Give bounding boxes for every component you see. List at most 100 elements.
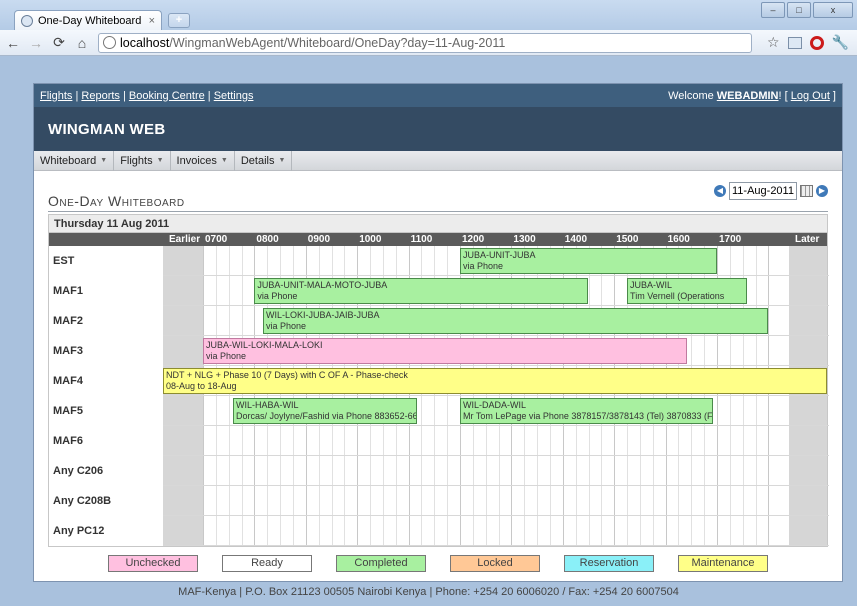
- booking-block[interactable]: JUBA-WIL Tim Vernell (Operations: [627, 278, 747, 304]
- extension-icon[interactable]: [787, 36, 802, 49]
- timeline-tick: [215, 426, 217, 455]
- next-day-icon[interactable]: ▶: [816, 185, 828, 197]
- earlier-column: [163, 336, 203, 365]
- reload-icon[interactable]: ⟳: [52, 34, 66, 51]
- timeline-tick: [344, 456, 346, 485]
- wrench-menu-icon[interactable]: 🔧: [832, 34, 849, 51]
- timeline-tick: [524, 426, 526, 455]
- date-input[interactable]: [729, 182, 797, 200]
- bookmark-star-icon[interactable]: ☆: [767, 34, 780, 51]
- new-tab-button[interactable]: +: [168, 13, 190, 28]
- main-menu: Whiteboard ▼ Flights ▼ Invoices ▼ Details ▼: [34, 150, 842, 171]
- header-hour-0900: 0900: [307, 234, 331, 245]
- previous-day-icon[interactable]: ◀: [714, 185, 726, 197]
- booking-block[interactable]: WIL-LOKI-JUBA-JAIB-JUBA via Phone: [262, 308, 769, 334]
- link-booking-centre[interactable]: Booking Centre: [129, 90, 205, 102]
- booking-block[interactable]: WIL-DADA-WIL Mr Tom LePage via Phone 3878…: [460, 398, 713, 424]
- close-window-button[interactable]: x: [813, 2, 853, 18]
- timeline-tick: [627, 486, 629, 515]
- timeline-tick: [614, 276, 616, 305]
- calendar-icon[interactable]: [800, 185, 813, 197]
- booking-block[interactable]: JUBA-UNIT-MALA-MOTO-JUBA via Phone: [254, 278, 589, 304]
- back-arrow-icon[interactable]: ←: [6, 35, 20, 51]
- timeline-tick: [537, 516, 539, 545]
- timeline-tick: [228, 426, 230, 455]
- booking-block[interactable]: JUBA-WIL-LOKI-MALA-LOKI via Phone: [203, 338, 688, 364]
- timeline-tick: [729, 246, 731, 275]
- timeline-tick: [254, 456, 256, 485]
- timeline-tick: [742, 426, 744, 455]
- timeline-tick: [434, 486, 436, 515]
- timeline-tick: [421, 426, 423, 455]
- booking-block[interactable]: NDT + NLG + Phase 10 (7 Days) with C OF …: [163, 368, 827, 394]
- timeline-tick: [254, 516, 256, 545]
- timeline-tick: [357, 486, 359, 515]
- menu-details[interactable]: Details ▼: [235, 150, 293, 171]
- opera-extension-icon[interactable]: [809, 35, 824, 50]
- browser-tab[interactable]: One-Day Whiteboard ×: [14, 10, 162, 30]
- timeline-tick: [370, 516, 372, 545]
- header-hour-0700: 0700: [205, 234, 228, 245]
- timeline-tick: [729, 516, 731, 545]
- timeline-tick: [755, 276, 757, 305]
- timeline-tick: [742, 246, 744, 275]
- timeline-tick: [704, 456, 706, 485]
- link-settings[interactable]: Settings: [214, 90, 254, 102]
- timeline-tick: [601, 426, 603, 455]
- timeline-tick: [215, 306, 217, 335]
- timeline-tick: [742, 396, 744, 425]
- timeline-tick: [395, 486, 397, 515]
- booking-block[interactable]: JUBA-UNIT-JUBA via Phone: [460, 248, 717, 274]
- timeline-tick: [729, 486, 731, 515]
- timeline-tick: [331, 516, 333, 545]
- timeline-tick: [434, 516, 436, 545]
- timeline-tick: [549, 516, 551, 545]
- timeline-tick: [704, 516, 706, 545]
- aircraft-label: MAF4: [49, 366, 163, 396]
- link-reports[interactable]: Reports: [81, 90, 120, 102]
- timeline-tick: [768, 306, 770, 335]
- timeline-tick: [254, 246, 256, 275]
- timeline-tick: [627, 456, 629, 485]
- user-link[interactable]: WEBADMIN: [717, 90, 779, 102]
- timeline-tick: [537, 426, 539, 455]
- booking-block[interactable]: WIL-HABA-WIL Dorcas/ Joylyne/Fashid via P…: [232, 398, 418, 424]
- globe-icon: [103, 36, 116, 49]
- timeline-tick: [511, 456, 513, 485]
- timeline-tick: [588, 276, 590, 305]
- earlier-column: [163, 396, 203, 425]
- timeline-tick: [280, 456, 282, 485]
- address-bar[interactable]: localhost/WingmanWebAgent/Whiteboard/One…: [98, 32, 752, 53]
- timeline-tick: [665, 486, 667, 515]
- timeline-tick: [601, 516, 603, 545]
- tab-close-icon[interactable]: ×: [149, 15, 155, 27]
- maximize-button[interactable]: □: [787, 2, 811, 18]
- timeline-tick: [639, 426, 641, 455]
- menu-flights[interactable]: Flights ▼: [114, 150, 171, 171]
- heading-row: One-Day Whiteboard ◀ ▶: [34, 171, 842, 212]
- timeline-tick: [729, 426, 731, 455]
- timeline-tick: [575, 486, 577, 515]
- booking-detail: via Phone: [463, 261, 504, 271]
- minimize-button[interactable]: –: [761, 2, 785, 18]
- aircraft-row: MAF6: [49, 426, 829, 456]
- timeline-tick: [203, 486, 204, 515]
- timeline-tick: [305, 516, 307, 545]
- timeline-tick: [305, 426, 307, 455]
- booking-route: WIL-HABA-WIL: [235, 400, 299, 410]
- legend-unchecked: Unchecked: [108, 554, 198, 572]
- timeline-tick: [717, 516, 718, 545]
- forward-arrow-icon[interactable]: →: [29, 35, 43, 51]
- logout-bracket-open: ! [: [778, 89, 791, 102]
- home-icon[interactable]: ⌂: [75, 35, 89, 51]
- menu-invoices[interactable]: Invoices ▼: [171, 150, 235, 171]
- logout-link[interactable]: Log Out: [791, 90, 830, 102]
- timeline-tick: [447, 516, 449, 545]
- link-flights[interactable]: Flights: [40, 90, 72, 102]
- timeline-tick: [331, 246, 333, 275]
- timeline-tick: [729, 336, 731, 365]
- menu-whiteboard[interactable]: Whiteboard ▼: [34, 150, 115, 171]
- later-column: [789, 246, 827, 275]
- legend-completed: Completed: [336, 554, 426, 572]
- timeline-tick: [447, 426, 449, 455]
